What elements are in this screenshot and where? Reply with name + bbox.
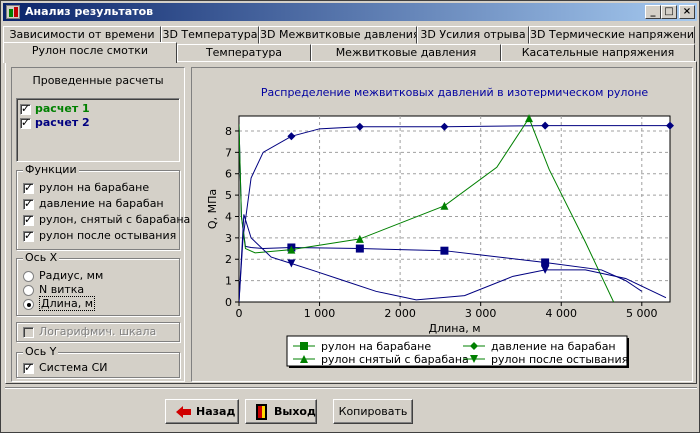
calcs-title: Проведенные расчеты [32, 74, 164, 87]
log-scale-box: Логарифмич. шкала [16, 322, 180, 342]
func-roll-cooled-label: рулон после остывания [39, 229, 177, 242]
y-tick-label: 0 [225, 296, 232, 309]
func-roll-cooled-checkbox[interactable] [23, 229, 34, 242]
si-system-label: Система СИ [39, 361, 108, 374]
separator [5, 387, 697, 389]
series-marker-1 [440, 246, 449, 255]
x-axis-label: Длина, м [429, 322, 481, 335]
maximize-button[interactable]: □ [661, 5, 677, 19]
functions-title: Функции [23, 163, 79, 176]
func-pressure-on-drum-checkbox[interactable] [23, 197, 34, 210]
left-panel: Проведенные расчеты расчет 1 расчет 2 Фу… [11, 67, 190, 382]
calc-2-label: расчет 2 [35, 116, 90, 129]
log-scale-checkbox[interactable] [23, 327, 34, 338]
tabs-row-2: Рулон после смотки Температура Межвитков… [3, 42, 697, 63]
y-tick-label: 6 [225, 168, 232, 181]
y-tick-label: 5 [225, 189, 232, 202]
results-window: Анализ результатов _ □ × Зависимости от … [0, 0, 700, 433]
func-roll-on-drum-label: рулон на барабане [39, 181, 150, 194]
arrow-left-icon [176, 406, 191, 418]
y-tick-label: 3 [225, 232, 232, 245]
functions-group: Функции рулон на барабане давление на ба… [16, 163, 190, 250]
y-tick-label: 8 [225, 125, 232, 138]
legend-label-1: рулон на барабане [321, 340, 431, 353]
func-roll-removed-checkbox[interactable] [23, 213, 34, 226]
axis-x-length-label: Длина, м [39, 296, 95, 311]
tab-3d-pressures[interactable]: 3D Межвитковые давления [259, 26, 417, 44]
close-button[interactable]: × [679, 5, 695, 19]
calc-1-checkbox[interactable] [20, 102, 31, 115]
axis-x-radius-label: Радиус, мм [39, 269, 104, 282]
y-tick-label: 4 [225, 210, 232, 223]
legend-label-3: рулон снятый с барабана [321, 353, 469, 366]
series-marker-1 [355, 244, 364, 253]
tab-shear-stress[interactable]: Касательные напряжения [501, 44, 695, 62]
x-tick-label: 3 000 [465, 307, 497, 320]
back-button-label: Назад [196, 405, 236, 418]
legend-marker-1 [300, 342, 308, 350]
x-tick-label: 2 000 [384, 307, 416, 320]
tab-3d-tear-forces[interactable]: 3D Усилия отрыва [417, 26, 529, 44]
tab-interturn-pressures[interactable]: Межвитковые давления [311, 44, 501, 62]
y-axis-label: Q, МПа [206, 189, 219, 229]
calcs-list[interactable]: расчет 1 расчет 2 [16, 98, 180, 162]
y-tick-label: 2 [225, 253, 232, 266]
series-marker-1 [541, 258, 550, 267]
axis-x-radius-radio[interactable] [23, 271, 34, 282]
back-button[interactable]: Назад [165, 399, 239, 424]
tab-temperature[interactable]: Температура [177, 44, 311, 62]
x-tick-label: 0 [236, 307, 243, 320]
axis-x-turn-label: N витка [39, 283, 85, 296]
legend-label-4: рулон после остывания [491, 353, 628, 366]
x-tick-label: 4 000 [545, 307, 577, 320]
chart-svg: Распределение межвитковых давлений в изо… [206, 86, 674, 368]
chart-title: Распределение межвитковых давлений в изо… [261, 86, 649, 99]
tab-3d-thermal-stress[interactable]: 3D Термические напряжения [529, 26, 695, 44]
axis-y-group: Ось Y Система СИ [16, 345, 180, 378]
log-scale-label: Логарифмич. шкала [39, 325, 157, 338]
axis-x-group: Ось X Радиус, мм N витка Длина, м [16, 251, 180, 316]
window-title: Анализ результатов [25, 5, 154, 18]
title-bar[interactable]: Анализ результатов _ □ × [3, 3, 697, 21]
exit-button[interactable]: Выход [245, 399, 317, 424]
tab-roll-after-winding[interactable]: Рулон после смотки [3, 42, 177, 63]
minimize-button[interactable]: _ [645, 5, 661, 19]
x-tick-label: 1 000 [304, 307, 336, 320]
axis-x-title: Ось X [23, 251, 60, 264]
exit-button-label: Выход [274, 405, 316, 418]
y-tick-label: 1 [225, 275, 232, 288]
x-tick-label: 5 000 [626, 307, 658, 320]
axis-x-turn-radio[interactable] [23, 285, 34, 296]
si-system-checkbox[interactable] [23, 361, 34, 374]
chart-panel: Распределение межвитковых давлений в изо… [191, 67, 693, 382]
y-tick-label: 7 [225, 146, 232, 159]
calc-1-label: расчет 1 [35, 102, 90, 115]
axis-x-length-radio[interactable] [23, 299, 34, 310]
func-roll-on-drum-checkbox[interactable] [23, 181, 34, 194]
axis-y-title: Ось Y [23, 345, 59, 358]
func-roll-removed-label: рулон, снятый с барабана [39, 213, 191, 226]
func-pressure-on-drum-label: давление на барабан [39, 197, 164, 210]
copy-button[interactable]: Копировать [333, 399, 413, 424]
door-icon [256, 404, 267, 420]
app-icon [6, 5, 20, 19]
calc-2-checkbox[interactable] [20, 116, 31, 129]
legend-label-2: давление на барабан [491, 340, 616, 353]
